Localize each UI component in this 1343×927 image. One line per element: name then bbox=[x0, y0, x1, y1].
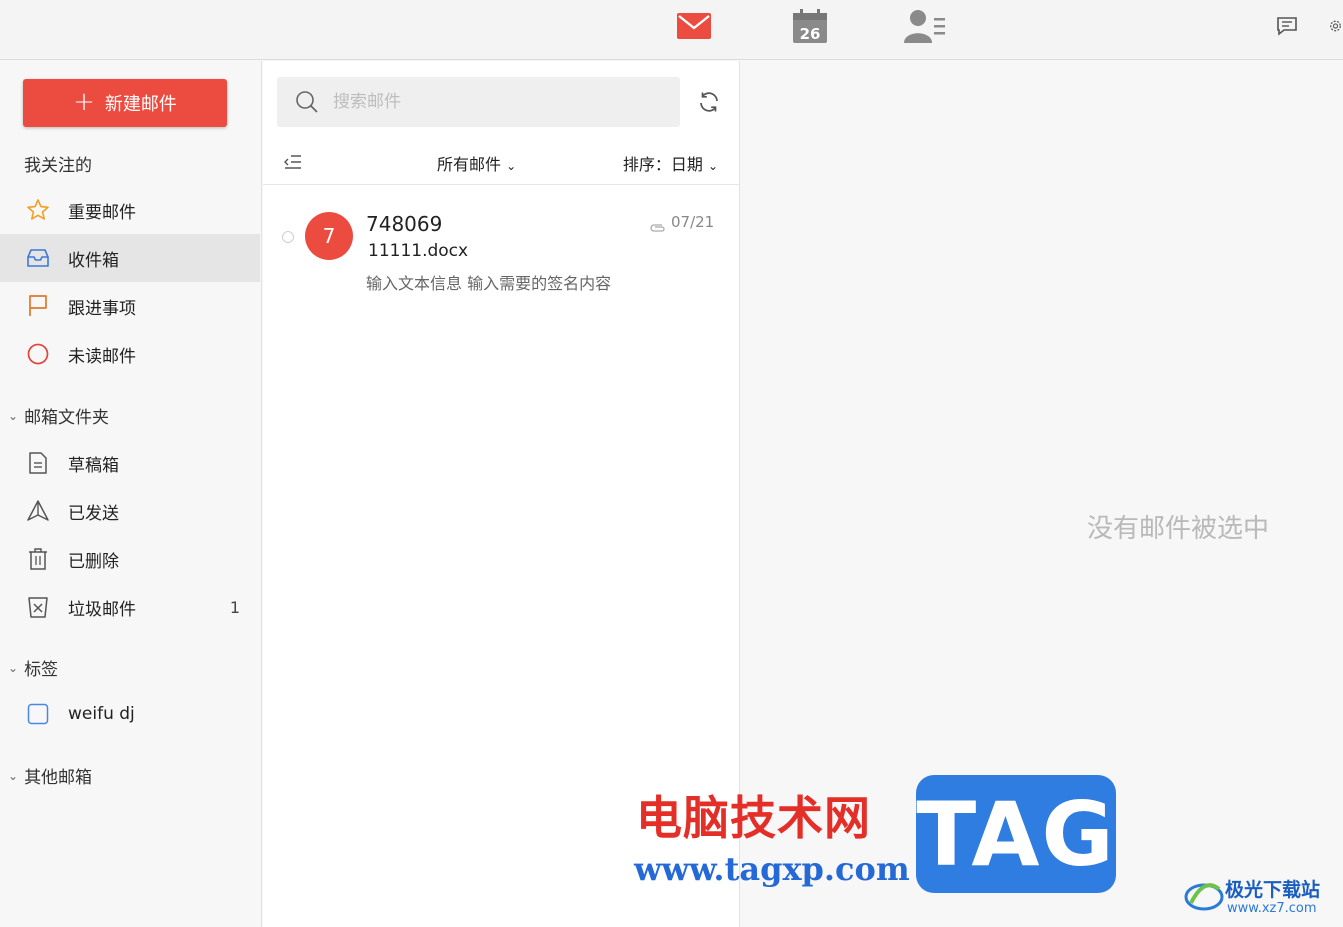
search-box bbox=[277, 77, 680, 127]
mail-list-item[interactable]: 7 748069 11111.docx 输入文本信息 输入需要的签名内容 07/… bbox=[263, 186, 740, 306]
sidebar-item-label: 跟进事项 bbox=[68, 298, 136, 319]
gear-icon[interactable] bbox=[1328, 6, 1343, 46]
chevron-down-icon: ⌄ bbox=[8, 660, 19, 675]
new-mail-label: 新建邮件 bbox=[104, 94, 177, 115]
xz-logo-icon bbox=[1184, 883, 1224, 911]
mail-sender: 748069 bbox=[366, 212, 443, 236]
envelope-icon[interactable] bbox=[675, 6, 713, 46]
sidebar-item-followup[interactable]: 跟进事项 bbox=[0, 282, 260, 330]
sidebar-item-label: 垃圾邮件 bbox=[68, 599, 136, 620]
new-mail-button[interactable]: + 新建邮件 bbox=[23, 79, 227, 127]
chevron-down-icon: ⌄ bbox=[8, 768, 19, 783]
filter-label: 所有邮件 bbox=[437, 155, 502, 174]
calendar-icon[interactable]: 26 bbox=[791, 6, 829, 46]
unread-circle-icon bbox=[26, 342, 50, 366]
sidebar-item-drafts[interactable]: 草稿箱 bbox=[0, 439, 260, 487]
chevron-down-icon: ⌄ bbox=[8, 408, 19, 423]
spam-icon bbox=[26, 595, 50, 619]
filter-bar: 所有邮件 ⌄ 排序：日期 ⌄ bbox=[263, 143, 740, 185]
sidebar-item-label: 收件箱 bbox=[68, 250, 119, 271]
sort-dropdown[interactable]: 排序：日期 ⌄ bbox=[623, 151, 718, 175]
unread-count: 1 bbox=[229, 597, 240, 617]
other-mailboxes-toggle[interactable]: ⌄ 其他邮箱 bbox=[8, 763, 92, 788]
watermark-site-name: 电脑技术网 bbox=[636, 791, 871, 845]
mail-subject: 11111.docx bbox=[368, 241, 469, 261]
attachment-icon bbox=[650, 218, 666, 237]
watermark-xz-url: www.xz7.com bbox=[1227, 901, 1317, 916]
sidebar-item-inbox[interactable]: 收件箱 bbox=[0, 234, 260, 282]
watermark-tag-logo: TAG bbox=[916, 775, 1116, 893]
chevron-down-icon: ⌄ bbox=[506, 159, 517, 173]
inbox-icon bbox=[26, 246, 50, 270]
mail-filter-dropdown[interactable]: 所有邮件 ⌄ bbox=[437, 151, 516, 175]
tag-checkbox-icon bbox=[26, 702, 50, 726]
refresh-icon[interactable] bbox=[697, 90, 721, 118]
sidebar: + 新建邮件 我关注的 重要邮件 收件箱 跟进事项 未读邮件 ⌄ 邮箱文件夹 草… bbox=[0, 61, 262, 927]
sort-label: 排序：日期 bbox=[622, 155, 703, 174]
tags-group-toggle[interactable]: ⌄ 标签 bbox=[8, 655, 58, 680]
sidebar-item-label: weifu dj bbox=[68, 704, 135, 724]
calendar-day: 26 bbox=[800, 25, 821, 43]
sidebar-item-label: 重要邮件 bbox=[68, 202, 136, 223]
star-icon bbox=[26, 198, 50, 222]
flag-icon bbox=[26, 294, 50, 318]
other-mailboxes-heading: 其他邮箱 bbox=[24, 768, 93, 788]
folders-heading: 邮箱文件夹 bbox=[24, 408, 110, 428]
sidebar-item-important[interactable]: 重要邮件 bbox=[0, 186, 260, 234]
collapse-sidebar-icon[interactable] bbox=[283, 153, 303, 175]
folders-group-toggle[interactable]: ⌄ 邮箱文件夹 bbox=[8, 403, 109, 428]
chevron-down-icon: ⌄ bbox=[707, 159, 718, 173]
search-input[interactable] bbox=[333, 92, 653, 112]
top-bar: 26 bbox=[0, 0, 1343, 60]
sidebar-item-label: 已删除 bbox=[68, 551, 119, 572]
watermark-site-url: www.tagxp.com bbox=[634, 850, 910, 888]
sent-icon bbox=[26, 499, 50, 523]
no-mail-selected-text: 没有邮件被选中 bbox=[1087, 514, 1270, 544]
sidebar-item-label: 已发送 bbox=[68, 503, 119, 524]
tags-heading: 标签 bbox=[24, 660, 59, 680]
read-status-dot[interactable] bbox=[282, 231, 294, 243]
sidebar-item-deleted[interactable]: 已删除 bbox=[0, 535, 260, 583]
mail-date: 07/21 bbox=[671, 213, 715, 231]
watermark-xz-logo: 极光下载站 www.xz7.com bbox=[1183, 873, 1333, 921]
sidebar-item-tag[interactable]: weifu dj bbox=[0, 690, 260, 738]
contacts-icon[interactable] bbox=[903, 6, 947, 46]
sidebar-item-label: 草稿箱 bbox=[68, 455, 119, 476]
search-icon bbox=[295, 90, 319, 118]
sidebar-item-unread[interactable]: 未读邮件 bbox=[0, 330, 260, 378]
plus-icon: + bbox=[73, 86, 95, 117]
sidebar-item-label: 未读邮件 bbox=[68, 346, 136, 367]
watermark-xz-name: 极光下载站 bbox=[1225, 879, 1321, 901]
sidebar-item-sent[interactable]: 已发送 bbox=[0, 487, 260, 535]
mail-preview: 输入文本信息 输入需要的签名内容 bbox=[366, 274, 612, 293]
draft-icon bbox=[26, 451, 50, 475]
trash-icon bbox=[26, 547, 50, 571]
chat-icon[interactable] bbox=[1275, 6, 1299, 46]
sidebar-item-spam[interactable]: 垃圾邮件 1 bbox=[0, 583, 260, 631]
avatar: 7 bbox=[305, 212, 353, 260]
favorites-heading: 我关注的 bbox=[24, 156, 92, 176]
